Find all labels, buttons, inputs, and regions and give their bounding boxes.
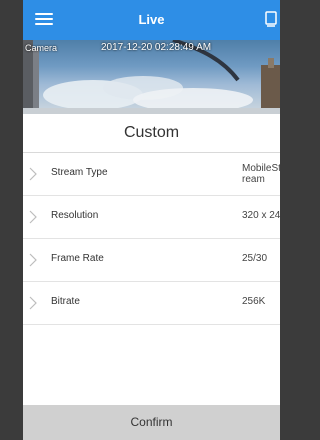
panel-header: Custom [23, 114, 280, 153]
chevron-right-icon [29, 253, 37, 267]
row-bitrate[interactable]: Bitrate 256K [23, 282, 280, 325]
row-value: 256K [242, 296, 266, 307]
video-timestamp: 2017-12-20 02:28:49 AM [101, 42, 212, 53]
row-value: MobileStream [242, 163, 280, 185]
chevron-right-icon [29, 167, 37, 181]
live-video-preview[interactable]: Camera 2017-12-20 02:28:49 AM [23, 40, 280, 114]
device-icon[interactable] [264, 10, 278, 28]
row-frame-rate[interactable]: Frame Rate 25/30 [23, 239, 280, 282]
camera-label: Camera [25, 43, 58, 53]
row-value: 25/30 [242, 253, 268, 264]
confirm-label: Confirm [130, 415, 173, 429]
row-value: 320 x 240 [242, 210, 280, 221]
top-bar: Live [23, 0, 280, 40]
row-resolution[interactable]: Resolution 320 x 240 [23, 196, 280, 239]
panel-title: Custom [123, 124, 180, 141]
settings-list: Stream Type MobileStream Resolution 320 … [23, 153, 280, 325]
row-label: Resolution [51, 210, 99, 221]
confirm-button[interactable]: Confirm [23, 405, 280, 440]
chevron-right-icon [29, 210, 37, 224]
row-stream-type[interactable]: Stream Type MobileStream [23, 153, 280, 196]
row-label: Bitrate [51, 296, 80, 307]
page-title: Live [138, 12, 165, 27]
chevron-right-icon [29, 296, 37, 310]
row-label: Stream Type [51, 167, 108, 178]
app-screen: Live Camera 2017-12-20 02:28:49 AM Custo… [23, 0, 280, 440]
row-label: Frame Rate [51, 253, 104, 264]
